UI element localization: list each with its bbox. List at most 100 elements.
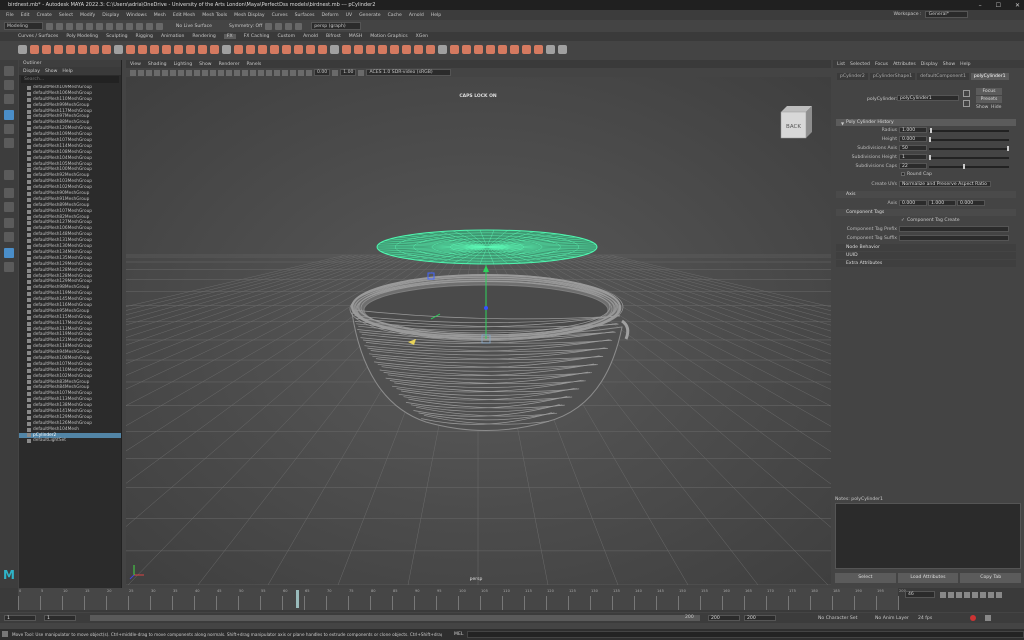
shelf-tool-icon[interactable] <box>186 44 195 54</box>
viewport-canvas[interactable]: BACK CAPS LOCK ON persp <box>126 77 831 585</box>
motion-blur-icon[interactable] <box>266 69 272 76</box>
select-component-icon[interactable] <box>115 22 123 30</box>
select-hierarchy-icon[interactable] <box>95 22 103 30</box>
snap-grid-icon[interactable] <box>125 22 133 30</box>
focus-button[interactable]: Focus <box>976 88 1002 95</box>
lights-icon[interactable] <box>242 69 248 76</box>
shelf-tab-curves-surfaces[interactable]: Curves / Surfaces <box>18 34 58 39</box>
textured-icon[interactable] <box>234 69 240 76</box>
shelf-tool-icon[interactable] <box>318 44 327 54</box>
attr-tab-pcylindershape1[interactable]: pCylinderShape1 <box>869 72 916 80</box>
play-backwards-icon[interactable] <box>964 592 970 598</box>
single-pane-icon[interactable] <box>4 188 14 198</box>
camera-attributes-icon[interactable] <box>138 69 144 76</box>
shelf-tool-icon[interactable] <box>198 44 207 54</box>
menu-cache[interactable]: Cache <box>388 13 402 18</box>
range-bar[interactable] <box>90 615 700 621</box>
paint-select-icon[interactable] <box>4 94 14 104</box>
viewcube[interactable]: BACK <box>780 106 812 139</box>
height-slider-knob[interactable] <box>929 137 931 142</box>
hypershade-icon[interactable] <box>295 22 303 30</box>
xray-joints-icon[interactable] <box>298 69 304 76</box>
show-button[interactable]: Show <box>976 105 988 110</box>
node-nav-icon[interactable] <box>963 90 970 97</box>
current-frame-field[interactable]: 46 <box>905 591 935 598</box>
go-to-end-icon[interactable] <box>996 592 1002 598</box>
outliner-menu-help[interactable]: Help <box>62 69 72 74</box>
mel-label[interactable]: MEL <box>454 632 463 637</box>
menu-uv[interactable]: UV <box>346 13 353 18</box>
copy-tab-button[interactable]: Copy Tab <box>960 573 1022 583</box>
shelf-tab-fx[interactable]: FX <box>223 34 236 39</box>
step-back-frame-icon[interactable] <box>956 592 962 598</box>
hide-button[interactable]: Hide <box>991 105 1001 110</box>
safe-action-icon[interactable] <box>202 69 208 76</box>
shelf-tool-icon[interactable] <box>486 44 495 54</box>
section-extra-attributes[interactable]: Extra Attributes <box>836 260 1016 267</box>
subdivisions-caps-slider[interactable] <box>929 166 1009 168</box>
shadows-icon[interactable] <box>250 69 256 76</box>
subdivisions-axis-field[interactable]: 50 <box>899 145 927 151</box>
menu-curves[interactable]: Curves <box>272 13 288 18</box>
attr-tab-polycylinder1[interactable]: polyCylinder1 <box>970 72 1009 80</box>
shelf-tool-icon[interactable] <box>18 44 27 54</box>
subdivisions-height-field[interactable]: 1 <box>899 154 927 160</box>
radius-field[interactable]: 1.000 <box>899 127 927 133</box>
create-uvs-dropdown[interactable]: Normalize and Preserve Aspect Ratio <box>899 181 991 187</box>
shelf-tool-icon[interactable] <box>246 44 255 54</box>
outliner-menu-display[interactable]: Display <box>23 69 40 74</box>
attr-menu-list[interactable]: List <box>837 62 845 67</box>
scale-tool-icon[interactable] <box>4 138 14 148</box>
open-scene-icon[interactable] <box>55 22 63 30</box>
shelf-tool-icon[interactable] <box>426 44 435 54</box>
shelf-tool-icon[interactable] <box>234 44 243 54</box>
shelf-tool-icon[interactable] <box>114 44 123 54</box>
command-line-input[interactable] <box>467 631 1024 638</box>
current-time-indicator[interactable] <box>296 590 299 608</box>
ambient-occlusion-icon[interactable] <box>258 69 264 76</box>
color-management-icon[interactable] <box>358 69 365 76</box>
menu-windows[interactable]: Windows <box>126 13 147 18</box>
four-pane-icon[interactable] <box>4 202 14 212</box>
resolution-gate-icon[interactable] <box>178 69 184 76</box>
shelf-tool-icon[interactable] <box>138 44 147 54</box>
menu-modify[interactable]: Modify <box>80 13 95 18</box>
axis-x-field[interactable]: 0.000 <box>899 200 927 206</box>
attr-tab-pcylinder2[interactable]: pCylinder2 <box>837 72 868 80</box>
ipr-render-icon[interactable] <box>275 22 283 30</box>
new-scene-icon[interactable] <box>45 22 53 30</box>
shelf-tool-icon[interactable] <box>282 44 291 54</box>
subdivisions-caps-knob[interactable] <box>963 164 965 169</box>
shelf-tool-icon[interactable] <box>30 44 39 54</box>
shelf-tool-icon[interactable] <box>66 44 75 54</box>
section-uuid[interactable]: UUID <box>836 252 1016 259</box>
shelf-tool-icon[interactable] <box>210 44 219 54</box>
grid-icon[interactable] <box>162 69 168 76</box>
round-cap-checkbox[interactable] <box>901 172 905 176</box>
shelf-tool-icon[interactable] <box>90 44 99 54</box>
viewport-menu-show[interactable]: Show <box>199 62 211 67</box>
section-axis[interactable]: Axis <box>836 191 1016 198</box>
shelf-tool-icon[interactable] <box>438 44 447 54</box>
shelf-tool-icon[interactable] <box>378 44 387 54</box>
subdivisions-axis-knob[interactable] <box>1007 146 1009 151</box>
fps-dropdown[interactable]: 24 fps <box>918 616 932 621</box>
shelf-tab-rigging[interactable]: Rigging <box>136 34 153 39</box>
viewport-menu-view[interactable]: View <box>130 62 141 67</box>
shelf-tool-icon[interactable] <box>366 44 375 54</box>
shelf-tool-icon[interactable] <box>126 44 135 54</box>
attr-menu-attributes[interactable]: Attributes <box>893 62 916 67</box>
viewport-menu-panels[interactable]: Panels <box>247 62 262 67</box>
redo-icon[interactable] <box>85 22 93 30</box>
live-surface-label[interactable]: No Live Surface <box>176 24 212 29</box>
smooth-shade-icon[interactable] <box>218 69 224 76</box>
render-frame-icon[interactable] <box>265 22 273 30</box>
menu-mesh[interactable]: Mesh <box>154 13 166 18</box>
shelf-tool-icon[interactable] <box>42 44 51 54</box>
workspace-dropdown[interactable]: General* <box>924 11 968 18</box>
shelf-tool-icon[interactable] <box>450 44 459 54</box>
outliner-menu-show[interactable]: Show <box>45 69 57 74</box>
step-forward-key-icon[interactable] <box>988 592 994 598</box>
close-button[interactable]: ✕ <box>1015 2 1020 9</box>
presets-button[interactable]: Presets <box>976 96 1002 103</box>
